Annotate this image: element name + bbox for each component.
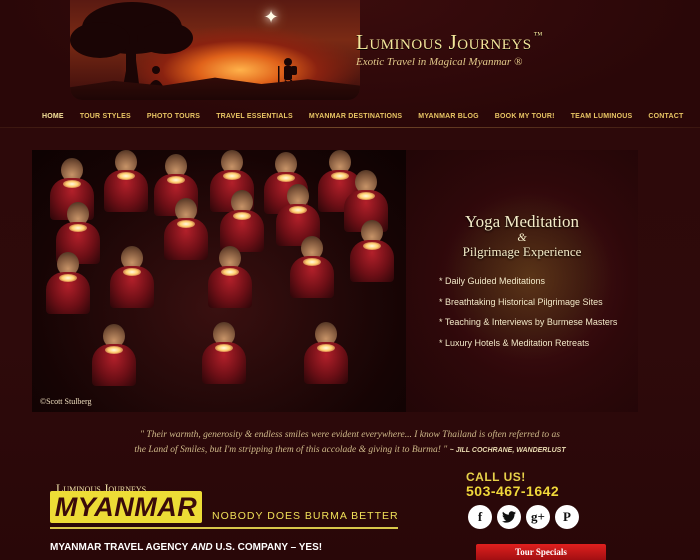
- company-statement: MYANMAR TRAVEL AGENCY AND U.S. COMPANY –…: [50, 542, 322, 553]
- company-statement-part: U.S. COMPANY – YES!: [212, 542, 323, 553]
- promo-title: Yoga Meditation: [465, 212, 579, 231]
- nav-photo-tours[interactable]: PHOTO TOURS: [139, 113, 208, 120]
- phone-number[interactable]: 503-467-1642: [466, 483, 559, 499]
- promo-feature-item: * Teaching & Interviews by Burmese Maste…: [439, 317, 618, 327]
- footer-slogan: NOBODY DOES BURMA BETTER: [212, 510, 399, 522]
- tour-specials-tab[interactable]: Tour Specials: [476, 544, 606, 560]
- testimonial-attribution: ~ JILL COCHRANE, WANDERLUST: [449, 447, 566, 454]
- promo-feature-list: * Daily Guided Meditations * Breathtakin…: [439, 276, 617, 358]
- trademark-symbol: ™: [533, 30, 543, 40]
- site-tagline: Exotic Travel in Magical Myanmar ®: [356, 56, 523, 68]
- call-us-label: CALL US!: [466, 470, 526, 484]
- twitter-icon[interactable]: [497, 505, 521, 529]
- nav-myanmar-destinations[interactable]: MYANMAR DESTINATIONS: [301, 113, 410, 120]
- facebook-icon[interactable]: f: [468, 505, 492, 529]
- header-banner-image: [70, 0, 360, 100]
- site-title[interactable]: Luminous Journeys ™: [356, 30, 543, 55]
- company-statement-part: MYANMAR TRAVEL AGENCY: [50, 542, 191, 553]
- photo-credit: ©Scott Stulberg: [40, 397, 92, 406]
- promo-feature-item: * Luxury Hotels & Meditation Retreats: [439, 337, 590, 348]
- nav-contact[interactable]: CONTACT: [640, 113, 691, 120]
- google-plus-icon[interactable]: g+: [526, 505, 550, 529]
- promo-subtitle: Pilgrimage Experience: [462, 244, 582, 259]
- nav-travel-essentials[interactable]: TRAVEL ESSENTIALS: [208, 113, 301, 120]
- nav-myanmar-blog[interactable]: MYANMAR BLOG: [410, 113, 486, 120]
- nav-home[interactable]: HOME: [34, 113, 72, 120]
- site-title-text: Luminous Journeys: [356, 30, 532, 54]
- company-statement-and: AND: [190, 542, 213, 553]
- footer-brand-underline: [50, 527, 398, 529]
- nav-tour-styles[interactable]: TOUR STYLES: [72, 113, 139, 120]
- nav-book-my-tour[interactable]: BOOK MY TOUR!: [487, 113, 563, 120]
- star-icon: ✦: [263, 7, 279, 27]
- testimonial-line-1: " Their warmth, generosity & endless smi…: [140, 430, 560, 440]
- nav-team-luminous[interactable]: TEAM LUMINOUS: [563, 113, 641, 120]
- main-navigation: HOME TOUR STYLES PHOTO TOURS TRAVEL ESSE…: [34, 108, 683, 124]
- monks-candle-photo: ©Scott Stulberg: [32, 150, 406, 412]
- promo-feature-item: * Breathtaking Historical Pilgrimage Sit…: [439, 296, 603, 307]
- promo-ampersand: &: [517, 230, 527, 244]
- testimonial-quote: " Their warmth, generosity & endless smi…: [60, 428, 640, 458]
- yoga-promo-panel[interactable]: Yoga Meditation & Pilgrimage Experience …: [406, 150, 638, 412]
- testimonial-line-2: the Land of Smiles, but I'm stripping th…: [134, 445, 448, 455]
- hero-slider[interactable]: ©Scott Stulberg Yoga Meditation & Pilgri…: [32, 150, 638, 412]
- site-header: ✦ Luminous Journeys ™ Exotic Travel in Ma…: [0, 0, 700, 128]
- header-divider: [0, 127, 700, 128]
- social-links: f g+ P: [468, 505, 579, 529]
- footer-brand-myanmar-logo: MYANMAR: [50, 491, 202, 523]
- pinterest-icon[interactable]: P: [555, 505, 579, 529]
- promo-feature-item: * Daily Guided Meditations: [439, 276, 546, 286]
- page: ✦ Luminous Journeys ™ Exotic Travel in Ma…: [0, 0, 700, 560]
